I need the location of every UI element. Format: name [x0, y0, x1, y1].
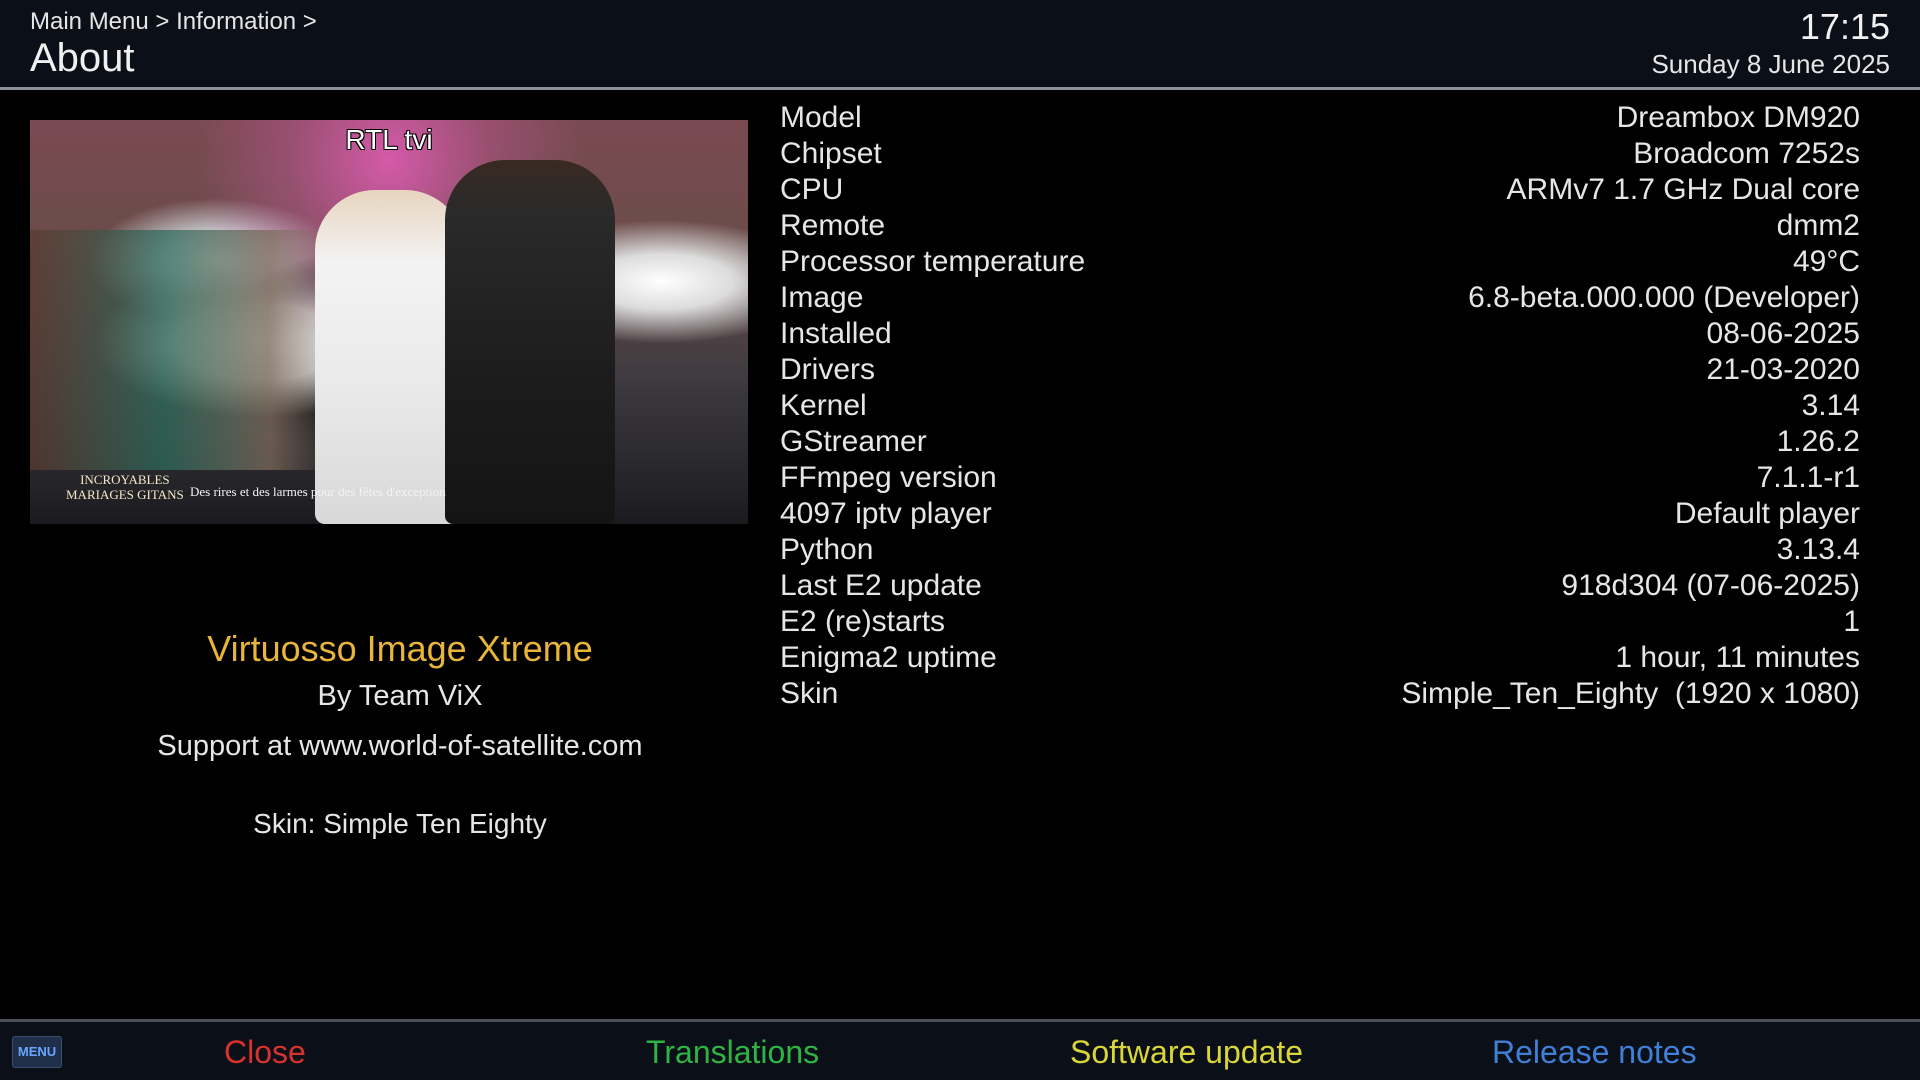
- info-label: Drivers: [780, 353, 875, 386]
- preview-groom: [445, 160, 615, 524]
- info-label: Enigma2 uptime: [780, 641, 997, 674]
- info-row: Kernel 3.14: [780, 388, 1860, 424]
- info-row: GStreamer 1.26.2: [780, 424, 1860, 460]
- clock: 17:15: [1799, 6, 1890, 47]
- info-row: Python 3.13.4: [780, 532, 1860, 568]
- header-divider: [0, 87, 1920, 90]
- info-label: FFmpeg version: [780, 461, 997, 494]
- info-label: Skin: [780, 677, 839, 710]
- info-label: Processor temperature: [780, 245, 1086, 278]
- info-label: Kernel: [780, 389, 867, 422]
- info-label: 4097 iptv player: [780, 497, 992, 530]
- image-byline: By Team ViX: [317, 680, 483, 712]
- info-row: Model Dreambox DM920: [780, 100, 1860, 136]
- preview-subtitle: Des rires et des larmes pour des fêtes d…: [190, 484, 446, 499]
- info-row: CPU ARMv7 1.7 GHz Dual core: [780, 172, 1860, 208]
- info-row: FFmpeg version 7.1.1-r1: [780, 460, 1860, 496]
- release-notes-button[interactable]: Release notes: [1492, 1032, 1697, 1072]
- image-name: Virtuosso Image Xtreme: [207, 628, 593, 669]
- info-row: Last E2 update 918d304 (07-06-2025): [780, 568, 1860, 604]
- translations-button[interactable]: Translations: [646, 1032, 819, 1072]
- info-row: Chipset Broadcom 7252s: [780, 136, 1860, 172]
- info-value: ARMv7 1.7 GHz Dual core: [1506, 173, 1860, 206]
- about-screen: Main Menu > Information > About 17:15 Su…: [0, 0, 1920, 1080]
- info-row: Enigma2 uptime 1 hour, 11 minutes: [780, 640, 1860, 676]
- info-label: CPU: [780, 173, 844, 206]
- channel-logo: RTL tvi: [345, 124, 433, 155]
- info-row: E2 (re)starts 1: [780, 604, 1860, 640]
- info-row: Remote dmm2: [780, 208, 1860, 244]
- info-value: 6.8-beta.000.000 (Developer): [1468, 281, 1860, 314]
- breadcrumb: Main Menu > Information >: [30, 8, 317, 35]
- info-row: Installed 08-06-2025: [780, 316, 1860, 352]
- info-row: 4097 iptv player Default player: [780, 496, 1860, 532]
- info-label: Remote: [780, 209, 886, 242]
- info-value: 1: [1843, 605, 1860, 638]
- header-bar: Main Menu > Information > About 17:15 Su…: [0, 0, 1920, 88]
- info-value: 1 hour, 11 minutes: [1615, 641, 1860, 674]
- preview-crowd: [30, 230, 330, 470]
- info-value: 918d304 (07-06-2025): [1561, 569, 1860, 602]
- info-row: Drivers 21-03-2020: [780, 352, 1860, 388]
- info-value: 7.1.1-r1: [1756, 461, 1860, 494]
- info-value: 21-03-2020: [1706, 353, 1860, 386]
- show-logo-line1: INCROYABLES: [80, 472, 170, 487]
- info-value: Broadcom 7252s: [1633, 137, 1860, 170]
- close-button[interactable]: Close: [224, 1032, 306, 1072]
- page-title: About: [30, 36, 135, 80]
- info-label: Chipset: [780, 137, 882, 170]
- info-value: Simple_Ten_Eighty (1920 x 1080): [1401, 677, 1860, 710]
- info-label: E2 (re)starts: [780, 605, 946, 638]
- info-value: Default player: [1674, 497, 1860, 530]
- info-label: Installed: [780, 317, 892, 350]
- info-value: 08-06-2025: [1706, 317, 1860, 350]
- date-label: Sunday 8 June 2025: [1651, 49, 1890, 79]
- live-tv-preview: RTL tvi INCROYABLES MARIAGES GITANS Des …: [30, 120, 748, 524]
- info-value: 1.26.2: [1776, 425, 1860, 458]
- show-logo-line2: MARIAGES GITANS: [66, 487, 184, 502]
- info-label: Last E2 update: [780, 569, 982, 602]
- info-row: Image 6.8-beta.000.000 (Developer): [780, 280, 1860, 316]
- show-logo: INCROYABLES MARIAGES GITANS: [66, 472, 184, 502]
- info-row: Skin Simple_Ten_Eighty (1920 x 1080): [780, 676, 1860, 712]
- skin-text: Skin: Simple Ten Eighty: [253, 808, 547, 839]
- info-value: 3.13.4: [1776, 533, 1860, 566]
- info-value: dmm2: [1776, 209, 1860, 242]
- info-label: GStreamer: [780, 425, 927, 458]
- info-label: Model: [780, 101, 862, 134]
- footer-bar: MENU Close Translations Software update …: [0, 1022, 1920, 1080]
- info-label: Python: [780, 533, 874, 566]
- info-value: 3.14: [1801, 389, 1860, 422]
- info-list: Model Dreambox DM920 Chipset Broadcom 7252s…: [780, 100, 1860, 712]
- info-value: Dreambox DM920: [1616, 101, 1860, 134]
- support-text: Support at www.world-of-satellite.com: [157, 730, 643, 762]
- info-label: Image: [780, 281, 864, 314]
- menu-key-icon[interactable]: MENU: [12, 1036, 62, 1068]
- software-update-button[interactable]: Software update: [1070, 1032, 1303, 1072]
- info-value: 49°C: [1792, 245, 1860, 278]
- preview-bride: [315, 190, 465, 524]
- info-row: Processor temperature 49°C: [780, 244, 1860, 280]
